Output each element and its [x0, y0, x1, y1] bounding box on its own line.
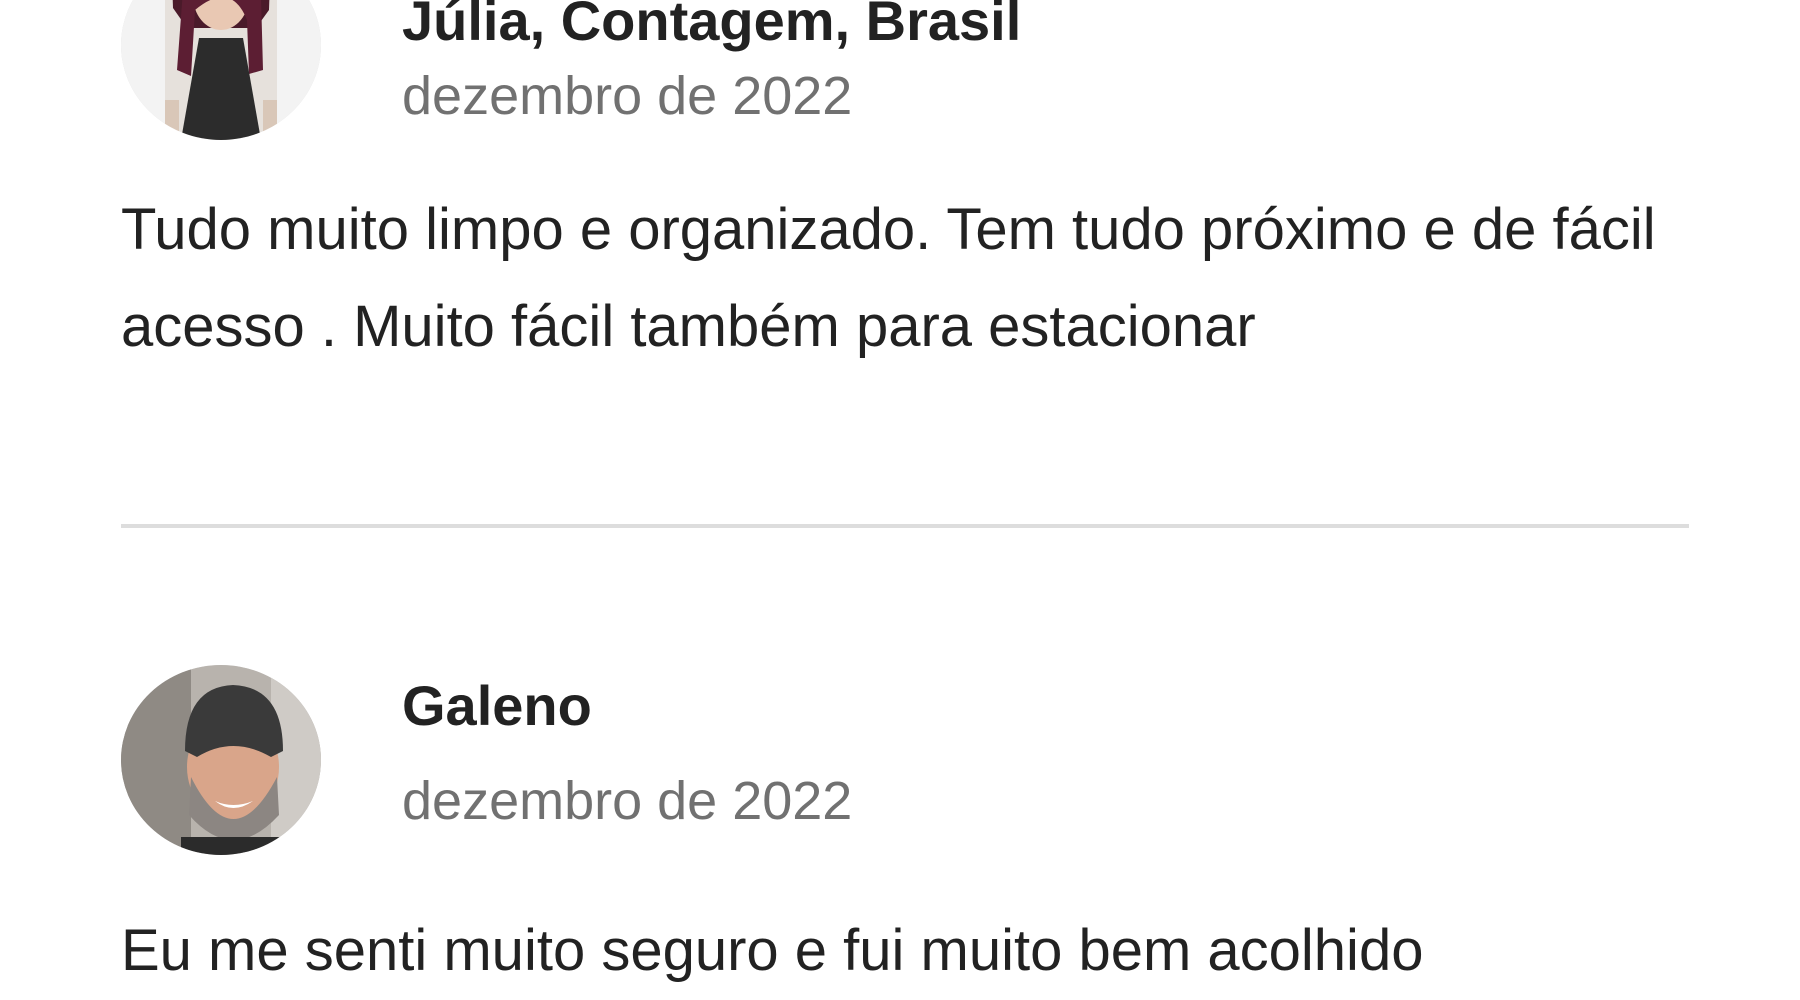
reviewer-avatar[interactable] [121, 665, 321, 855]
review-header: Galeno dezembro de 2022 [121, 662, 1689, 855]
reviewer-photo [121, 0, 321, 140]
reviewer-photo [121, 665, 321, 855]
review-text: Eu me senti muito seguro e fui muito bem… [121, 918, 1424, 983]
review-card: Júlia, Contagem, Brasil dezembro de 2022… [121, 0, 1689, 359]
review-divider [121, 524, 1689, 528]
reviewer-name: Júlia, Contagem, Brasil [402, 0, 1022, 52]
reviewer-name: Galeno [402, 674, 592, 737]
review-date: dezembro de 2022 [402, 771, 853, 831]
review-card: Galeno dezembro de 2022 Eu me senti muit… [121, 662, 1689, 983]
review-text: Tudo muito limpo e organizado. Tem tudo … [121, 197, 1656, 359]
reviewer-avatar[interactable] [121, 0, 321, 140]
review-date: dezembro de 2022 [402, 66, 853, 126]
review-header: Júlia, Contagem, Brasil dezembro de 2022 [121, 0, 1689, 150]
